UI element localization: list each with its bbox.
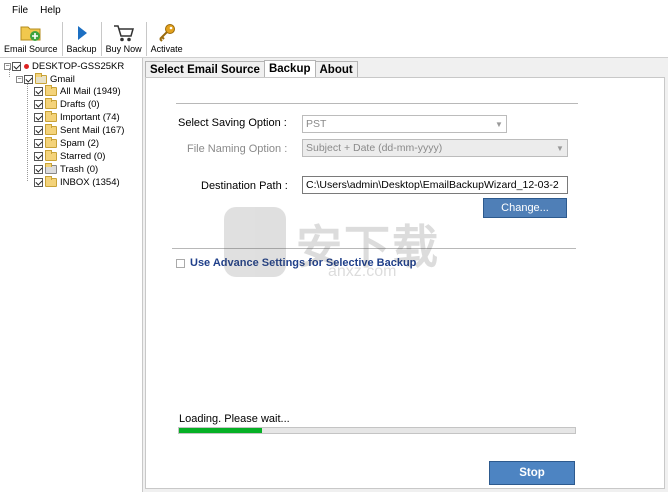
tree-folder-drafts[interactable]: Drafts (0) [34, 98, 100, 111]
menu-file[interactable]: File [6, 5, 34, 16]
activate-label: Activate [150, 44, 183, 54]
buy-now-label: Buy Now [105, 44, 142, 54]
folder-label: INBOX (1354) [60, 177, 120, 188]
collapse-icon[interactable]: − [4, 63, 11, 70]
chevron-down-icon: ▼ [556, 143, 564, 153]
tree-folder-important[interactable]: Important (74) [34, 111, 120, 124]
progress-fill [179, 428, 263, 433]
tab-about[interactable]: About [314, 61, 358, 77]
account-checkbox[interactable] [24, 75, 33, 84]
tree-folder-trash[interactable]: Trash (0) [34, 163, 98, 176]
mailbox-icon [35, 73, 47, 84]
folder-label: Spam (2) [60, 138, 100, 149]
key-icon [155, 22, 179, 44]
computer-icon [24, 64, 29, 69]
toolbar: Email Source Backup Buy Now Activate [0, 20, 668, 58]
change-button[interactable]: Change... [483, 198, 567, 218]
inbox-icon [45, 176, 57, 187]
folder-label: Trash (0) [60, 164, 99, 175]
progress-bar [178, 427, 576, 434]
buy-now-button[interactable]: Buy Now [102, 20, 146, 58]
folder-checkbox[interactable] [34, 178, 43, 187]
cart-icon [112, 22, 136, 44]
folder-label: Starred (0) [60, 151, 106, 162]
menu-help[interactable]: Help [34, 5, 67, 16]
root-label: DESKTOP-GSS25KR [32, 61, 125, 72]
root-checkbox[interactable] [12, 62, 21, 71]
tree-folder-spam[interactable]: Spam (2) [34, 137, 99, 150]
tab-select-email-source[interactable]: Select Email Source [145, 61, 265, 77]
tab-backup[interactable]: Backup [263, 60, 316, 77]
folder-add-icon [19, 22, 43, 44]
watermark-en: anxz.com [328, 263, 397, 280]
folder-icon [45, 111, 57, 122]
advance-settings-checkbox[interactable] [176, 258, 185, 268]
chevron-down-icon: ▼ [495, 119, 503, 129]
bag-icon [224, 207, 286, 277]
top-divider [176, 103, 578, 104]
saving-option-value: PST [306, 118, 327, 130]
folder-label: Sent Mail (167) [60, 125, 125, 136]
tree-folder-starred[interactable]: Starred (0) [34, 150, 105, 163]
folder-label: All Mail (1949) [60, 86, 121, 97]
backup-button[interactable]: Backup [63, 20, 101, 58]
collapse-icon[interactable]: − [16, 76, 23, 83]
tree-root[interactable]: − DESKTOP-GSS25KR [4, 60, 124, 73]
tree-folder-inbox[interactable]: INBOX (1354) [34, 176, 120, 189]
tree-folder-sent-mail[interactable]: Sent Mail (167) [34, 124, 124, 137]
activate-button[interactable]: Activate [147, 20, 187, 58]
tree-folder-all-mail[interactable]: All Mail (1949) [34, 85, 121, 98]
folder-checkbox[interactable] [34, 165, 43, 174]
play-icon [70, 22, 94, 44]
loading-status: Loading. Please wait... [179, 413, 290, 425]
email-source-button[interactable]: Email Source [0, 20, 62, 58]
watermark-logo: 安下载 anxz.com [224, 207, 444, 287]
folder-tree: − DESKTOP-GSS25KR − Gmail All Mail (1949… [0, 58, 143, 492]
menu-bar: File Help [0, 0, 668, 20]
naming-option-select[interactable]: Subject + Date (dd-mm-yyyy) ▼ [302, 139, 568, 157]
folder-checkbox[interactable] [34, 113, 43, 122]
folder-checkbox[interactable] [34, 152, 43, 161]
backup-label: Backup [66, 44, 97, 54]
email-source-label: Email Source [4, 44, 58, 54]
trash-icon [45, 163, 57, 174]
folder-checkbox[interactable] [34, 87, 43, 96]
folder-checkbox[interactable] [34, 100, 43, 109]
tree-line [27, 83, 28, 181]
naming-option-label: File Naming Option : [187, 143, 288, 155]
folder-icon [45, 85, 57, 96]
folder-icon [45, 150, 57, 161]
folder-label: Drafts (0) [60, 99, 100, 110]
destination-path-field[interactable]: C:\Users\admin\Desktop\EmailBackupWizard… [302, 176, 568, 194]
folder-icon [45, 137, 57, 148]
tab-bar: Select Email Source Backup About [145, 60, 358, 77]
folder-checkbox[interactable] [34, 126, 43, 135]
folder-checkbox[interactable] [34, 139, 43, 148]
folder-label: Important (74) [60, 112, 120, 123]
stop-button[interactable]: Stop [489, 461, 575, 485]
drafts-folder-icon [45, 98, 57, 109]
folder-icon [45, 124, 57, 135]
destination-label: Destination Path : [201, 180, 288, 192]
account-label: Gmail [50, 74, 75, 85]
naming-option-value: Subject + Date (dd-mm-yyyy) [306, 142, 443, 154]
saving-option-select[interactable]: PST ▼ [302, 115, 507, 133]
saving-option-label: Select Saving Option : [178, 117, 287, 129]
